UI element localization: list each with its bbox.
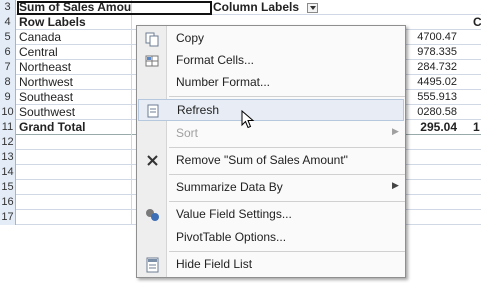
- value-cell[interactable]: 4495.02: [400, 75, 457, 90]
- row-header[interactable]: 7: [0, 60, 16, 75]
- menu-item-label: Sort: [176, 126, 199, 140]
- row-label-cell[interactable]: Southeast: [16, 90, 132, 105]
- refresh-icon: [147, 104, 159, 118]
- menu-item-pivottable-options[interactable]: PivotTable Options...: [138, 227, 404, 249]
- row-label-cell[interactable]: Canada: [16, 30, 132, 45]
- column-labels-cell[interactable]: Column Labels: [213, 0, 481, 15]
- row-header[interactable]: 4: [0, 15, 16, 30]
- row-label-cell[interactable]: Central: [16, 45, 132, 60]
- empty-cell[interactable]: [16, 150, 132, 165]
- menu-item-refresh[interactable]: Refresh: [138, 99, 404, 121]
- row-header[interactable]: 5: [0, 30, 16, 45]
- value-cell[interactable]: 555.913: [400, 90, 457, 105]
- row-header[interactable]: 6: [0, 45, 16, 60]
- menu-item-value-field-settings[interactable]: Value Field Settings...: [138, 204, 404, 226]
- mouse-pointer-icon: [241, 110, 255, 129]
- value-cell[interactable]: 0280.58: [400, 105, 457, 120]
- copy-icon: [145, 32, 159, 47]
- grand-total-label-cell[interactable]: Grand Total: [16, 120, 132, 135]
- column-labels-filter-button[interactable]: [307, 3, 318, 13]
- menu-separator: [169, 201, 405, 202]
- row-header[interactable]: 13: [0, 150, 16, 165]
- value-cell[interactable]: 284.732: [400, 60, 457, 75]
- menu-item-remove-field[interactable]: Remove "Sum of Sales Amount": [138, 150, 404, 172]
- empty-cell[interactable]: [16, 165, 132, 180]
- menu-item-label: Remove "Sum of Sales Amount": [176, 153, 348, 167]
- menu-separator: [169, 174, 405, 175]
- empty-cell[interactable]: [16, 135, 132, 150]
- menu-item-label: Value Field Settings...: [176, 207, 292, 221]
- row-header[interactable]: 14: [0, 165, 16, 180]
- menu-item-label: PivotTable Options...: [176, 230, 287, 244]
- menu-item-sort[interactable]: Sort ▶: [138, 123, 404, 145]
- row-labels-cell[interactable]: Row Labels: [16, 15, 132, 30]
- menu-separator: [169, 96, 405, 97]
- menu-item-number-format[interactable]: Number Format...: [138, 72, 404, 94]
- row-header[interactable]: 3: [0, 0, 16, 15]
- value-cell[interactable]: 4700.47: [400, 30, 457, 45]
- grand-total-fragment: 1: [473, 120, 480, 134]
- menu-item-label: Copy: [176, 31, 205, 45]
- row-label-cell[interactable]: Northwest: [16, 75, 132, 90]
- menu-item-format-cells[interactable]: Format Cells...: [138, 50, 404, 72]
- grand-total-value-cell[interactable]: 295.04: [400, 120, 457, 135]
- row-label-cell[interactable]: Southwest: [16, 105, 132, 120]
- menu-item-label: Refresh: [177, 103, 220, 117]
- active-cell-border: [17, 1, 212, 15]
- field-list-icon: [146, 257, 159, 273]
- menu-item-summarize-data-by[interactable]: Summarize Data By ▶: [138, 177, 404, 199]
- row-header[interactable]: 9: [0, 90, 16, 105]
- row-header[interactable]: 15: [0, 180, 16, 195]
- menu-separator: [169, 147, 405, 148]
- row-header[interactable]: 17: [0, 210, 16, 225]
- empty-cell[interactable]: [16, 180, 132, 195]
- menu-item-label: Format Cells...: [176, 53, 255, 67]
- value-field-settings-icon: [146, 209, 159, 221]
- menu-item-label: Hide Field List: [176, 257, 253, 271]
- row-label-cell[interactable]: Northeast: [16, 60, 132, 75]
- format-cells-icon: [145, 55, 159, 67]
- row-header[interactable]: 16: [0, 195, 16, 210]
- context-menu: Copy Format Cells... Number Format... Re…: [136, 25, 406, 278]
- menu-item-label: Number Format...: [176, 75, 271, 89]
- empty-cell[interactable]: [16, 195, 132, 210]
- menu-item-label: Summarize Data By: [176, 180, 283, 194]
- row-header[interactable]: 12: [0, 135, 16, 150]
- row-header[interactable]: 8: [0, 75, 16, 90]
- column-header-fragment: Cl: [473, 15, 481, 29]
- menu-item-copy[interactable]: Copy: [138, 28, 404, 50]
- row-header[interactable]: 11: [0, 120, 16, 135]
- value-cell[interactable]: 978.335: [400, 45, 457, 60]
- submenu-arrow-icon: ▶: [392, 180, 399, 190]
- submenu-arrow-icon: ▶: [392, 126, 399, 136]
- remove-x-icon: [147, 155, 158, 166]
- row-header[interactable]: 10: [0, 105, 16, 120]
- menu-item-hide-field-list[interactable]: Hide Field List: [138, 254, 404, 276]
- menu-separator: [169, 251, 405, 252]
- empty-cell[interactable]: [16, 210, 132, 225]
